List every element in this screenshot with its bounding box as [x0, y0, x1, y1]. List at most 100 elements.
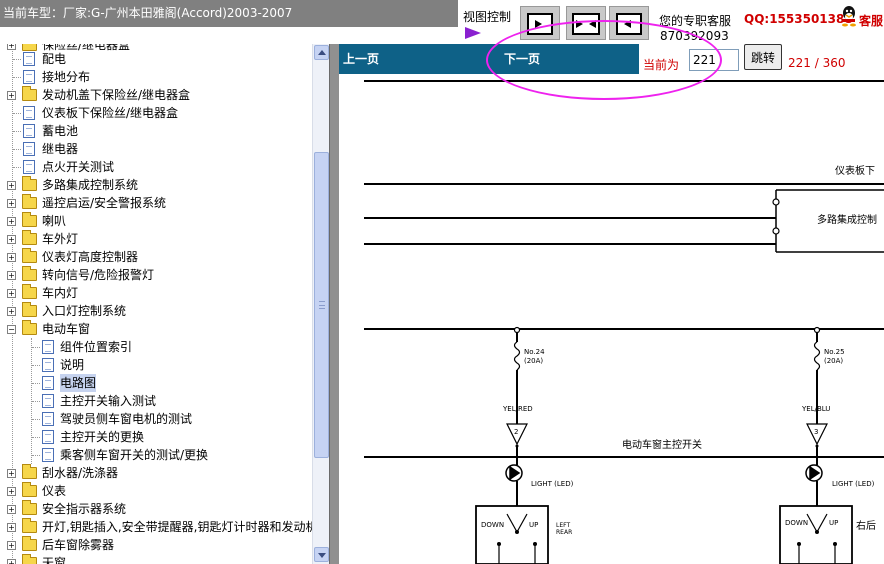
down-label: DOWN	[785, 519, 809, 527]
tree-item-selected[interactable]: 电路图	[0, 374, 312, 392]
tree-item[interactable]: + 喇叭	[0, 212, 312, 230]
view-left-pane-button[interactable]	[520, 6, 560, 40]
pane-splitter[interactable]	[329, 44, 339, 564]
service-qq-link[interactable]: QQ:1553501388	[744, 12, 853, 26]
expand-icon[interactable]: +	[7, 217, 16, 226]
tree-item[interactable]: + 转向信号/危险报警灯	[0, 266, 312, 284]
folder-icon	[22, 536, 37, 551]
tree-item[interactable]: + 仪表灯高度控制器	[0, 248, 312, 266]
page-number-input[interactable]	[689, 49, 739, 71]
category-tree: + 保险丝/继电器盒 配电 接地分布 + 发动机盖下保险丝/继电器盒 仪表板下保…	[0, 44, 312, 564]
document-icon	[23, 52, 35, 66]
folder-icon	[22, 500, 37, 515]
folder-icon	[22, 248, 37, 263]
folder-icon	[22, 482, 37, 497]
tree-scrollbar[interactable]	[312, 44, 329, 564]
expand-icon[interactable]: +	[7, 559, 16, 564]
document-icon	[23, 160, 35, 174]
tree-item[interactable]: 说明	[0, 356, 312, 374]
tree-item[interactable]: 点火开关测试	[0, 158, 312, 176]
expand-icon[interactable]: +	[7, 469, 16, 478]
up-label: UP	[529, 521, 539, 529]
scroll-thumb[interactable]	[314, 152, 329, 458]
tree-item[interactable]: + 遥控启运/安全警报系统	[0, 194, 312, 212]
view-right-pane-button[interactable]	[609, 6, 649, 40]
qq-penguin-icon[interactable]	[840, 5, 858, 27]
expand-icon[interactable]: +	[7, 253, 16, 262]
tree-item[interactable]: + 后车窗除雾器	[0, 536, 312, 554]
document-icon	[42, 430, 54, 444]
folder-icon	[22, 302, 37, 317]
folder-icon	[22, 284, 37, 299]
current-page-label: 当前为	[643, 58, 680, 72]
service-number: 870392093	[660, 29, 729, 43]
scroll-up-button[interactable]	[314, 45, 329, 60]
current-model-title: 当前车型：厂家:G-广州本田雅阁(Accord)2003-2007	[0, 0, 458, 27]
tree-item[interactable]: 仪表板下保险丝/继电器盒	[0, 104, 312, 122]
wire-color-label: YEL/BLU	[802, 405, 831, 413]
view-split-pane-button[interactable]	[566, 6, 606, 40]
expand-icon[interactable]: +	[7, 235, 16, 244]
up-label: UP	[829, 519, 839, 527]
document-icon	[42, 358, 54, 372]
prev-page-link[interactable]: 上一页	[343, 50, 379, 67]
light-led-label: LIGHT (LED)	[531, 480, 574, 488]
expand-icon[interactable]: +	[7, 487, 16, 496]
tree-item[interactable]: − 电动车窗	[0, 320, 312, 338]
tree-item[interactable]: + 安全指示器系统	[0, 500, 312, 518]
expand-icon[interactable]: +	[7, 523, 16, 532]
tree-item[interactable]: 继电器	[0, 140, 312, 158]
tree-item[interactable]: + 多路集成控制系统	[0, 176, 312, 194]
expand-icon[interactable]: +	[7, 307, 16, 316]
tree-item[interactable]: + 发动机盖下保险丝/继电器盒	[0, 86, 312, 104]
collapse-icon[interactable]: −	[7, 325, 16, 334]
expand-icon[interactable]: +	[7, 541, 16, 550]
expand-icon[interactable]: +	[7, 289, 16, 298]
page-nav-bar: 上一页 下一页 当前为 跳转 221 / 360	[339, 44, 884, 74]
pointer-arrow-icon	[465, 27, 481, 39]
expand-icon[interactable]: +	[7, 505, 16, 514]
tree-item[interactable]: 组件位置索引	[0, 338, 312, 356]
tree-item[interactable]: + 车内灯	[0, 284, 312, 302]
tree-item[interactable]: + 刮水器/洗涤器	[0, 464, 312, 482]
tree-item[interactable]: 接地分布	[0, 68, 312, 86]
folder-icon	[22, 266, 37, 281]
service-link[interactable]: 客服	[859, 12, 884, 29]
document-icon	[42, 340, 54, 354]
fuse-25-amp: (20A)	[824, 357, 844, 365]
document-icon	[23, 142, 35, 156]
tree-item[interactable]: + 车外灯	[0, 230, 312, 248]
expand-icon[interactable]: +	[7, 271, 16, 280]
tree-item[interactable]: + 开灯,钥匙插入,安全带提醒器,钥匙灯计时器和发动机	[0, 518, 312, 536]
folder-icon	[22, 212, 37, 227]
mics-label: 多路集成控制	[817, 215, 877, 226]
tree-item[interactable]: + 天窗	[0, 554, 312, 564]
top-header: 当前车型：厂家:G-广州本田雅阁(Accord)2003-2007 视图控制 您…	[0, 0, 884, 44]
expand-icon[interactable]: +	[7, 91, 16, 100]
tree-item[interactable]: 乘客侧车窗开关的测试/更换	[0, 446, 312, 464]
document-icon	[23, 106, 35, 120]
tree-item[interactable]: 蓄电池	[0, 122, 312, 140]
next-page-link[interactable]: 下一页	[504, 50, 540, 67]
master-switch-label: 电动车窗主控开关	[622, 440, 702, 451]
expand-icon[interactable]: +	[7, 199, 16, 208]
arrow-left-icon	[589, 20, 596, 28]
fuse-25-label: No.25	[824, 348, 845, 356]
grip-icon	[319, 301, 325, 309]
document-icon	[23, 70, 35, 84]
arrow-right-icon	[535, 20, 542, 28]
tree-item[interactable]: + 仪表	[0, 482, 312, 500]
jump-button[interactable]: 跳转	[744, 44, 782, 70]
folder-icon	[22, 194, 37, 209]
right-rear-label: 右后	[856, 521, 876, 532]
expand-icon[interactable]: +	[7, 181, 16, 190]
tree-item[interactable]: 配电	[0, 50, 312, 68]
tree-item[interactable]: 驾驶员侧车窗电机的测试	[0, 410, 312, 428]
scroll-down-button[interactable]	[314, 547, 329, 562]
document-icon	[23, 124, 35, 138]
tree-item[interactable]: 主控开关输入测试	[0, 392, 312, 410]
dash-fuse-box-label: 仪表板下	[835, 166, 875, 177]
tree-item[interactable]: + 入口灯控制系统	[0, 302, 312, 320]
tree-item[interactable]: 主控开关的更换	[0, 428, 312, 446]
document-icon	[42, 448, 54, 462]
